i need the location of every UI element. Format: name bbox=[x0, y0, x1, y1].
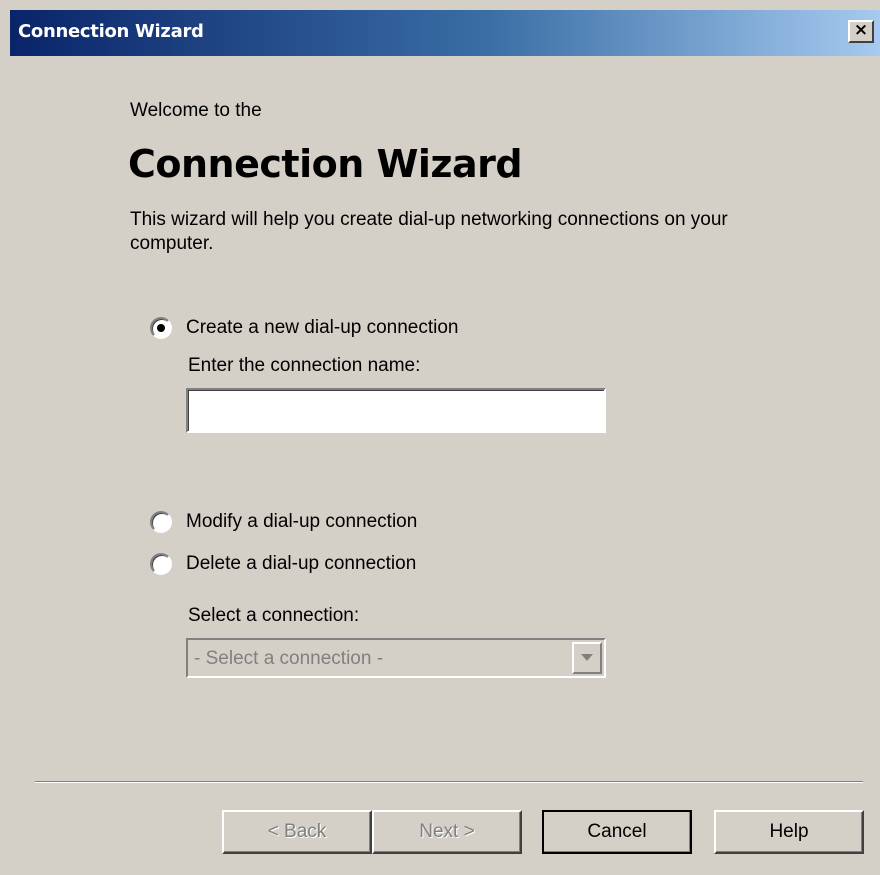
connection-select-value: - Select a connection - bbox=[194, 648, 384, 669]
create-connection-option[interactable]: Create a new dial-up connection bbox=[150, 316, 459, 340]
modify-connection-label[interactable]: Modify a dial-up connection bbox=[186, 511, 417, 533]
create-connection-label[interactable]: Create a new dial-up connection bbox=[186, 317, 459, 339]
close-button[interactable]: × bbox=[848, 20, 874, 43]
connection-name-input[interactable] bbox=[186, 388, 606, 433]
modify-connection-option[interactable]: Modify a dial-up connection bbox=[150, 510, 417, 534]
cancel-button[interactable]: Cancel bbox=[542, 810, 692, 854]
connection-name-label: Enter the connection name: bbox=[188, 355, 421, 376]
delete-connection-label[interactable]: Delete a dial-up connection bbox=[186, 553, 416, 575]
wizard-description: This wizard will help you create dial-up… bbox=[130, 209, 728, 254]
connection-wizard-dialog: Connection Wizard × Welcome to the Conne… bbox=[0, 0, 880, 875]
select-connection-label: Select a connection: bbox=[188, 605, 360, 626]
delete-connection-option[interactable]: Delete a dial-up connection bbox=[150, 552, 416, 576]
title-bar[interactable]: Connection Wizard × bbox=[10, 10, 880, 56]
close-icon: × bbox=[853, 20, 869, 40]
welcome-text: Welcome to the bbox=[130, 100, 262, 121]
radio-unselected-icon[interactable] bbox=[150, 553, 172, 575]
connection-select[interactable]: - Select a connection - bbox=[186, 638, 606, 678]
wizard-heading: Connection Wizard bbox=[128, 142, 523, 186]
help-button[interactable]: Help bbox=[714, 810, 864, 854]
window-title: Connection Wizard bbox=[18, 21, 204, 42]
chevron-down-icon[interactable] bbox=[572, 642, 602, 674]
back-button[interactable]: < Back bbox=[222, 810, 372, 854]
radio-selected-icon[interactable] bbox=[150, 317, 172, 339]
next-button[interactable]: Next > bbox=[372, 810, 522, 854]
radio-unselected-icon[interactable] bbox=[150, 511, 172, 533]
footer-separator bbox=[35, 781, 863, 783]
